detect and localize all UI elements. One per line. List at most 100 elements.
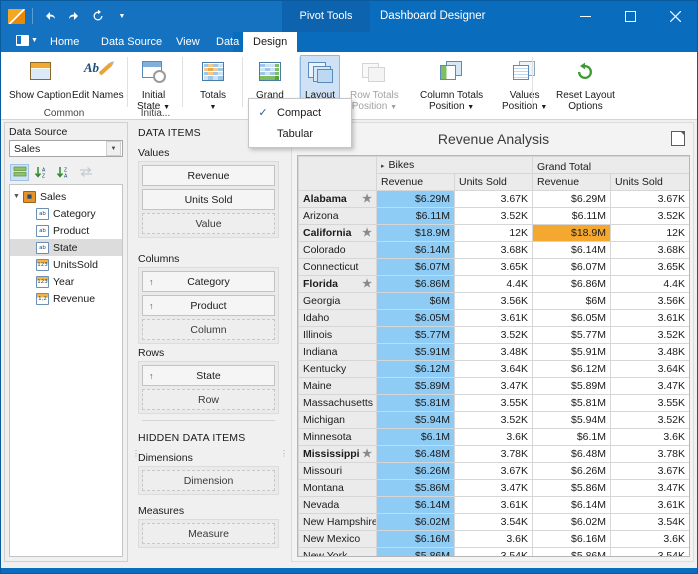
table-cell[interactable]: $5.81M bbox=[533, 395, 611, 412]
table-row[interactable]: Georgia$6M3.56K$6M3.56K bbox=[299, 293, 690, 310]
table-cell[interactable]: $5.94M bbox=[377, 412, 455, 429]
table-cell[interactable]: 3.56K bbox=[611, 293, 690, 310]
row-header-cell[interactable]: New York bbox=[299, 548, 377, 558]
table-cell[interactable]: $6.26M bbox=[377, 463, 455, 480]
table-cell[interactable]: 4.4K bbox=[455, 276, 533, 293]
customize-qat-icon[interactable]: ▼ bbox=[112, 6, 132, 26]
table-row[interactable]: Massachusetts$5.81M3.55K$5.81M3.55K bbox=[299, 395, 690, 412]
table-cell[interactable]: 3.55K bbox=[611, 395, 690, 412]
values-dropzone[interactable]: Revenue Units Sold Value bbox=[138, 161, 279, 238]
table-cell[interactable]: 3.52K bbox=[455, 208, 533, 225]
row-header-cell[interactable]: Minnesota bbox=[299, 429, 377, 446]
table-cell[interactable]: 3.64K bbox=[455, 361, 533, 378]
menu-item-compact[interactable]: ✓ Compact bbox=[249, 102, 351, 123]
table-cell[interactable]: $6M bbox=[533, 293, 611, 310]
refresh-icon[interactable] bbox=[88, 6, 108, 26]
table-cell[interactable]: $6.29M bbox=[533, 191, 611, 208]
menu-item-tabular[interactable]: Tabular bbox=[249, 123, 351, 144]
table-cell[interactable]: $6.07M bbox=[533, 259, 611, 276]
table-cell[interactable]: $6.02M bbox=[377, 514, 455, 531]
tab-design[interactable]: Design bbox=[243, 32, 297, 52]
data-item-row-placeholder[interactable]: Row bbox=[142, 389, 275, 410]
table-cell[interactable]: $6.29M bbox=[377, 191, 455, 208]
tree-node-unitssold[interactable]: 123 UnitsSold bbox=[10, 256, 122, 273]
table-cell[interactable]: 3.64K bbox=[611, 361, 690, 378]
row-header-cell[interactable]: Colorado bbox=[299, 242, 377, 259]
column-group-bikes[interactable]: ▸Bikes bbox=[377, 157, 533, 174]
table-cell[interactable]: 3.54K bbox=[455, 548, 533, 558]
show-caption-button[interactable]: Show Caption bbox=[5, 55, 75, 102]
close-button[interactable] bbox=[653, 0, 698, 32]
table-row[interactable]: Colorado$6.14M3.68K$6.14M3.68K bbox=[299, 242, 690, 259]
tree-node-year[interactable]: 123 Year bbox=[10, 273, 122, 290]
table-cell[interactable]: 3.6K bbox=[611, 531, 690, 548]
table-row[interactable]: Alabama★$6.29M3.67K$6.29M3.67K bbox=[299, 191, 690, 208]
table-cell[interactable]: 3.78K bbox=[455, 446, 533, 463]
table-row[interactable]: New York$5.86M3.54K$5.86M3.54K bbox=[299, 548, 690, 558]
table-cell[interactable]: $5.77M bbox=[533, 327, 611, 344]
export-icon[interactable] bbox=[671, 131, 685, 146]
column-header-units-sold-total[interactable]: Units Sold bbox=[611, 174, 690, 191]
table-cell[interactable]: $6.86M bbox=[533, 276, 611, 293]
table-row[interactable]: Michigan$5.94M3.52K$5.94M3.52K bbox=[299, 412, 690, 429]
pivot-table[interactable]: ▸Bikes Grand Total Revenue Units Sold Re… bbox=[297, 155, 690, 557]
table-row[interactable]: Maine$5.89M3.47K$5.89M3.47K bbox=[299, 378, 690, 395]
table-cell[interactable]: $6.1M bbox=[533, 429, 611, 446]
table-cell[interactable]: 3.52K bbox=[611, 327, 690, 344]
tree-node-revenue[interactable]: 1,2 Revenue bbox=[10, 290, 122, 307]
table-row[interactable]: New Mexico$6.16M3.6K$6.16M3.6K bbox=[299, 531, 690, 548]
data-source-combobox[interactable]: Sales ▼ bbox=[9, 140, 123, 157]
tree-node-category[interactable]: ab Category bbox=[10, 205, 122, 222]
table-cell[interactable]: $18.9M bbox=[533, 225, 611, 242]
sort-ascending-button[interactable]: AZ bbox=[32, 164, 51, 181]
table-cell[interactable]: 3.56K bbox=[455, 293, 533, 310]
rows-dropzone[interactable]: ↑State Row bbox=[138, 361, 279, 414]
table-cell[interactable]: 3.68K bbox=[455, 242, 533, 259]
table-cell[interactable]: $6.02M bbox=[533, 514, 611, 531]
table-cell[interactable]: 3.54K bbox=[611, 548, 690, 558]
table-cell[interactable]: $5.86M bbox=[533, 480, 611, 497]
file-menu-button[interactable]: ▼ bbox=[16, 35, 38, 46]
table-cell[interactable]: $6.48M bbox=[377, 446, 455, 463]
table-cell[interactable]: $6.16M bbox=[377, 531, 455, 548]
table-cell[interactable]: $5.81M bbox=[377, 395, 455, 412]
tree-node-sales-root[interactable]: ▼ ■ Sales bbox=[10, 188, 122, 205]
row-totals-position-button[interactable]: Row Totals Position ▼ bbox=[346, 55, 403, 114]
column-header-revenue-bikes[interactable]: Revenue bbox=[377, 174, 455, 191]
columns-dropzone[interactable]: ↑Category ↑Product Column bbox=[138, 267, 279, 344]
initial-state-button[interactable]: Initial State ▼ bbox=[133, 55, 174, 114]
table-cell[interactable]: 3.47K bbox=[455, 378, 533, 395]
table-cell[interactable]: $6.14M bbox=[533, 497, 611, 514]
table-row[interactable]: Florida★$6.86M4.4K$6.86M4.4K bbox=[299, 276, 690, 293]
data-item-value-placeholder[interactable]: Value bbox=[142, 213, 275, 234]
data-item-state[interactable]: ↑State bbox=[142, 365, 275, 386]
table-cell[interactable]: 4.4K bbox=[611, 276, 690, 293]
tab-view[interactable]: View bbox=[166, 32, 210, 52]
row-header-cell[interactable]: Arizona bbox=[299, 208, 377, 225]
row-header-cell[interactable]: Missouri bbox=[299, 463, 377, 480]
table-row[interactable]: Minnesota$6.1M3.6K$6.1M3.6K bbox=[299, 429, 690, 446]
row-header-cell[interactable]: Michigan bbox=[299, 412, 377, 429]
values-position-button[interactable]: Values Position ▼ bbox=[498, 55, 551, 114]
expand-icon[interactable]: ▸ bbox=[381, 163, 385, 170]
table-cell[interactable]: 3.78K bbox=[611, 446, 690, 463]
table-cell[interactable]: $6.26M bbox=[533, 463, 611, 480]
row-header-cell[interactable]: New Hampshire bbox=[299, 514, 377, 531]
table-row[interactable]: Arizona$6.11M3.52K$6.11M3.52K bbox=[299, 208, 690, 225]
column-header-units-sold-bikes[interactable]: Units Sold bbox=[455, 174, 533, 191]
undo-icon[interactable] bbox=[40, 6, 60, 26]
tab-data-source[interactable]: Data Source bbox=[91, 32, 172, 52]
reset-layout-options-button[interactable]: Reset Layout Options bbox=[552, 55, 619, 113]
table-cell[interactable]: $6.86M bbox=[377, 276, 455, 293]
table-row[interactable]: Connecticut$6.07M3.65K$6.07M3.65K bbox=[299, 259, 690, 276]
table-cell[interactable]: 12K bbox=[611, 225, 690, 242]
data-source-field-tree[interactable]: ▼ ■ Sales ab Category ab Product ab Stat… bbox=[9, 184, 123, 557]
maximize-button[interactable] bbox=[608, 0, 653, 32]
table-cell[interactable]: $5.94M bbox=[533, 412, 611, 429]
row-header-cell[interactable]: Idaho bbox=[299, 310, 377, 327]
table-row[interactable]: Indiana$5.91M3.48K$5.91M3.48K bbox=[299, 344, 690, 361]
row-header-cell[interactable]: Indiana bbox=[299, 344, 377, 361]
table-cell[interactable]: 3.61K bbox=[455, 310, 533, 327]
row-header-cell[interactable]: Kentucky bbox=[299, 361, 377, 378]
table-cell[interactable]: $18.9M bbox=[377, 225, 455, 242]
